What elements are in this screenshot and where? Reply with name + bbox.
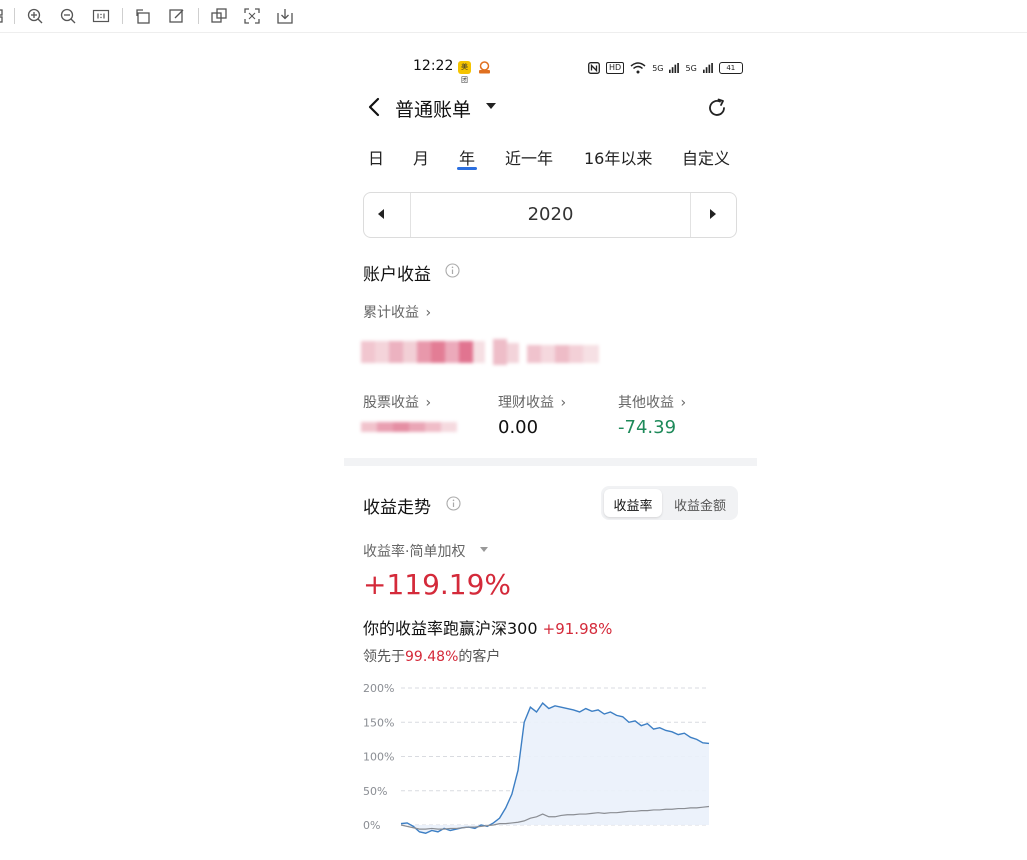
- tab-since-16[interactable]: 16年以来: [584, 145, 652, 169]
- tab-custom[interactable]: 自定义: [682, 145, 730, 169]
- trend-title: 收益走势: [363, 498, 431, 518]
- edit-icon[interactable]: [168, 7, 186, 25]
- stock-income-link[interactable]: 股票收益 ›: [363, 392, 431, 412]
- signal-bars-icon: [669, 59, 680, 78]
- fullscreen-icon[interactable]: [243, 7, 261, 25]
- account-income-title: 账户收益: [363, 265, 431, 285]
- active-tab-indicator: [457, 167, 477, 170]
- stock-income-label: 股票收益: [363, 395, 419, 411]
- chevron-right-icon: ›: [425, 305, 432, 321]
- other-income-link[interactable]: 其他收益 ›: [618, 392, 686, 412]
- viewer-toolbar: [0, 0, 1027, 33]
- y-tick-label: 150%: [363, 716, 394, 729]
- zoom-out-icon[interactable]: [59, 7, 77, 25]
- y-tick-label: 50%: [363, 785, 387, 798]
- nfc-icon: [588, 59, 600, 78]
- ranking-text: 领先于99.48%的客户: [363, 646, 500, 666]
- section-divider: [344, 458, 757, 466]
- title-dropdown-icon[interactable]: [486, 103, 496, 109]
- page-title[interactable]: 普通账单: [395, 95, 471, 122]
- tab-month[interactable]: 月: [413, 145, 429, 169]
- segment-amount-button[interactable]: 收益金额: [666, 495, 734, 514]
- notification-cup-icon: [477, 60, 492, 75]
- finance-income-value: 0.00: [498, 417, 539, 438]
- return-trend-chart[interactable]: 200% 150% 100% 50% 0%: [355, 675, 725, 856]
- status-time: 12:22: [413, 58, 454, 74]
- ranking-prefix: 领先于: [363, 649, 405, 665]
- redacted-cumulative-value: [361, 337, 601, 367]
- battery-icon: 41: [718, 62, 743, 74]
- y-tick-label: 200%: [363, 682, 394, 695]
- tab-last-year[interactable]: 近一年: [505, 145, 553, 169]
- signal-bars-icon: [702, 59, 713, 78]
- ranking-percent: 99.48%: [405, 649, 459, 665]
- y-tick-label: 100%: [363, 751, 394, 764]
- prev-year-icon[interactable]: [378, 209, 384, 219]
- chevron-right-icon: ›: [680, 395, 687, 411]
- benchmark-comparison: 你的收益率跑赢沪深300 +91.98%: [363, 615, 612, 639]
- tab-day[interactable]: 日: [368, 145, 384, 169]
- next-year-icon[interactable]: [710, 209, 716, 219]
- status-indicators: HD 5G 5G 41: [588, 60, 743, 76]
- signal-label-2: 5G: [685, 63, 697, 73]
- selected-year[interactable]: 2020: [411, 204, 690, 225]
- rotate-icon[interactable]: [134, 7, 152, 25]
- finance-income-label: 理财收益: [498, 395, 554, 411]
- toolbar-separator: [122, 8, 123, 24]
- signal-label-1: 5G: [652, 63, 664, 73]
- other-income-value: -74.39: [618, 417, 677, 438]
- return-percentage: +119.19%: [363, 568, 512, 601]
- cumulative-income-label: 累计收益: [363, 305, 419, 321]
- notification-app-icon: 美团: [458, 61, 471, 84]
- divider: [690, 193, 691, 237]
- other-income-label: 其他收益: [618, 395, 674, 411]
- info-icon[interactable]: [445, 263, 460, 278]
- cumulative-income-link[interactable]: 累计收益 ›: [363, 302, 431, 322]
- ranking-suffix: 的客户: [458, 649, 501, 665]
- finance-income-link[interactable]: 理财收益 ›: [498, 392, 566, 412]
- zoom-in-icon[interactable]: [26, 7, 44, 25]
- refresh-icon[interactable]: [706, 97, 728, 119]
- back-arrow-icon[interactable]: [364, 95, 386, 119]
- hd-badge: HD: [606, 62, 625, 74]
- y-tick-label: 0%: [363, 819, 380, 832]
- benchmark-text: 你的收益率跑赢沪深300: [363, 619, 538, 638]
- chevron-right-icon: ›: [425, 395, 432, 411]
- chevron-right-icon: ›: [560, 395, 567, 411]
- toolbar-separator: [14, 8, 15, 24]
- wifi-icon: [630, 59, 646, 78]
- thumbnail-icon[interactable]: [0, 7, 12, 25]
- metric-selector[interactable]: 收益率·简单加权: [363, 541, 465, 561]
- toolbar-separator: [198, 8, 199, 24]
- download-icon[interactable]: [276, 7, 294, 25]
- benchmark-excess: +91.98%: [542, 620, 613, 638]
- chevron-down-icon[interactable]: [480, 547, 488, 552]
- info-icon[interactable]: [446, 496, 461, 511]
- tab-year[interactable]: 年: [459, 145, 475, 169]
- chart-svg: 200% 150% 100% 50% 0%: [363, 682, 710, 834]
- segment-rate-label[interactable]: 收益率: [604, 495, 662, 514]
- actual-size-icon[interactable]: [92, 7, 110, 25]
- copy-icon[interactable]: [210, 7, 228, 25]
- redacted-stock-value: [361, 419, 459, 435]
